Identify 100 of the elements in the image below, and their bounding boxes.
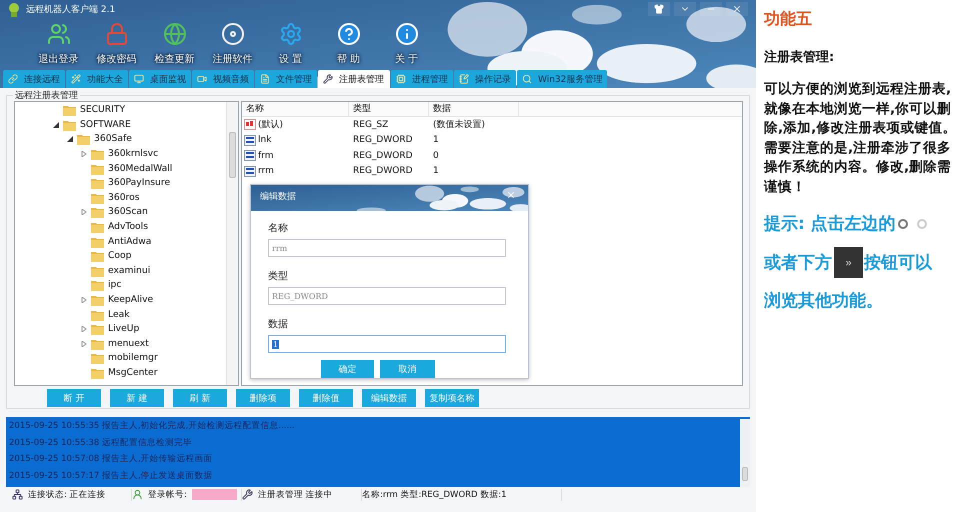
- window-title: 远程机器人客户端 2.1: [26, 4, 116, 16]
- binary-value-icon: [244, 166, 256, 177]
- tab[interactable]: 桌面监视: [129, 70, 191, 88]
- group-title: 远程注册表管理: [13, 89, 80, 102]
- tree-item[interactable]: LiveUp: [51, 322, 226, 336]
- video-icon: [197, 74, 207, 84]
- toolbar-button[interactable]: 帮 助: [320, 18, 377, 70]
- folder-icon: [91, 148, 104, 160]
- tree-item[interactable]: Leak: [51, 307, 226, 322]
- tree-item[interactable]: MsgCenter: [51, 366, 226, 380]
- hint-text: 按钮可以: [864, 252, 932, 274]
- scrollbar[interactable]: [740, 419, 750, 487]
- string-value-icon: [244, 119, 256, 130]
- tab[interactable]: 连接远程: [3, 70, 65, 88]
- table-cell-text: 1: [432, 135, 440, 146]
- tree-item[interactable]: 360ros: [51, 190, 226, 206]
- close-button[interactable]: [726, 2, 748, 16]
- status-text: 名称:rrm 类型:REG_DWORD 数据:1: [362, 488, 507, 500]
- table-cell-text: (数值未设置): [432, 118, 486, 132]
- input-field[interactable]: REG_DWORD: [268, 287, 506, 305]
- folder-icon: [77, 133, 90, 146]
- folder-icon: [91, 366, 104, 379]
- lock-icon: [104, 22, 128, 46]
- monitor-icon: [134, 74, 144, 84]
- toolbar-button[interactable]: 检查更新: [146, 18, 203, 70]
- list-row[interactable]: rrm REG_DWORD 1: [242, 164, 742, 179]
- list-row[interactable]: (默认) REG_SZ (数值未设置): [242, 117, 742, 132]
- tree-item[interactable]: AntiAdwa: [51, 234, 226, 249]
- shirt-icon: [654, 4, 664, 14]
- expanded-arrow-icon[interactable]: [53, 122, 59, 128]
- field-label: 名称: [268, 222, 289, 235]
- dropdown-button[interactable]: [674, 2, 696, 16]
- folder-icon: [91, 177, 104, 190]
- hint-text: 或者下方: [764, 252, 832, 274]
- tab[interactable]: Win32服务管理: [517, 70, 608, 88]
- document-icon: [260, 74, 270, 84]
- pager-dot[interactable]: [898, 219, 908, 229]
- list-row[interactable]: lnk REG_DWORD 1: [242, 132, 742, 148]
- input-field[interactable]: rrm: [268, 239, 506, 257]
- input-field[interactable]: 1: [268, 335, 506, 353]
- tab[interactable]: 功能大全: [66, 70, 128, 88]
- collapsed-arrow-icon[interactable]: [81, 340, 87, 347]
- folder-icon: [91, 338, 104, 350]
- wrench-icon: [242, 489, 253, 500]
- tree-item[interactable]: KeepAlive: [51, 292, 226, 308]
- tree-item[interactable]: 360Scan: [51, 205, 226, 220]
- toolbar-button[interactable]: 设 置: [262, 18, 319, 70]
- scrollbar[interactable]: [226, 102, 238, 385]
- globe-icon: [162, 22, 186, 46]
- tree-item[interactable]: 360PayInsure: [51, 176, 226, 191]
- toolbar-button[interactable]: 注册软件: [204, 18, 261, 70]
- tree-item[interactable]: 360krnlsvc: [51, 146, 226, 162]
- pager-dot[interactable]: [916, 219, 927, 229]
- tree-item[interactable]: Coop: [51, 248, 226, 264]
- folder-icon: [91, 294, 104, 306]
- column-header[interactable]: 数据: [429, 102, 519, 116]
- tab[interactable]: 视频音频: [192, 70, 254, 88]
- user-icon: [132, 489, 143, 500]
- value-name: (默认): [258, 118, 284, 132]
- tab[interactable]: 注册表管理: [318, 70, 390, 88]
- collapsed-arrow-icon[interactable]: [81, 209, 87, 216]
- log-line: 2015-09-25 10:55:38 远程配置信息检测完毕: [9, 436, 193, 450]
- tree-item[interactable]: 360MedalWall: [51, 161, 226, 176]
- wand-icon: [71, 74, 81, 84]
- next-button[interactable]: »: [834, 247, 863, 278]
- column-header[interactable]: 类型: [349, 102, 429, 116]
- toolbar-button[interactable]: 退出登录: [30, 18, 87, 70]
- toolbar-button[interactable]: 修改密码: [88, 18, 145, 70]
- log-line: 2015-09-25 10:57:08 报告主人,开始传输远程画面: [9, 452, 214, 466]
- disc-icon: [220, 22, 244, 46]
- tree-item[interactable]: mobilemgr: [51, 351, 226, 366]
- tree-item[interactable]: AdvTools: [51, 220, 226, 234]
- tree-item[interactable]: SECURITY: [51, 103, 226, 118]
- collapsed-arrow-icon[interactable]: [81, 297, 87, 304]
- minimize-button[interactable]: [700, 2, 722, 16]
- hint-text: 浏览其他功能。: [764, 290, 883, 313]
- list-row[interactable]: frm REG_DWORD 0: [242, 148, 742, 164]
- value-name: rrm: [258, 166, 274, 176]
- tree-item[interactable]: menuext: [51, 336, 226, 352]
- column-header[interactable]: 名称: [242, 102, 349, 116]
- collapsed-arrow-icon[interactable]: [81, 326, 87, 332]
- collapsed-arrow-icon[interactable]: [81, 151, 87, 158]
- tree-item[interactable]: 360Safe: [51, 132, 226, 147]
- table-cell-text: REG_DWORD: [352, 135, 414, 146]
- toolbar-button[interactable]: 关 于: [378, 18, 435, 70]
- tree-item[interactable]: examinui: [51, 264, 226, 278]
- tab[interactable]: 进程管理: [391, 70, 453, 88]
- tree-item[interactable]: SOFTWARE: [51, 118, 226, 132]
- hint-text: 提示: 点击左边的: [764, 213, 896, 236]
- notebook-icon: [459, 74, 469, 84]
- tab[interactable]: 文件管理: [255, 70, 317, 88]
- link-icon: [8, 74, 18, 84]
- skin-button[interactable]: [648, 2, 670, 16]
- table-cell-text: REG_DWORD: [352, 150, 414, 161]
- tree-item[interactable]: ipc: [51, 278, 226, 293]
- field-label: 数据: [268, 318, 289, 331]
- tab[interactable]: 操作记录: [454, 70, 516, 88]
- slide-heading: 功能五: [764, 9, 813, 30]
- table-cell-text: REG_SZ: [352, 120, 390, 130]
- expanded-arrow-icon[interactable]: [67, 136, 73, 142]
